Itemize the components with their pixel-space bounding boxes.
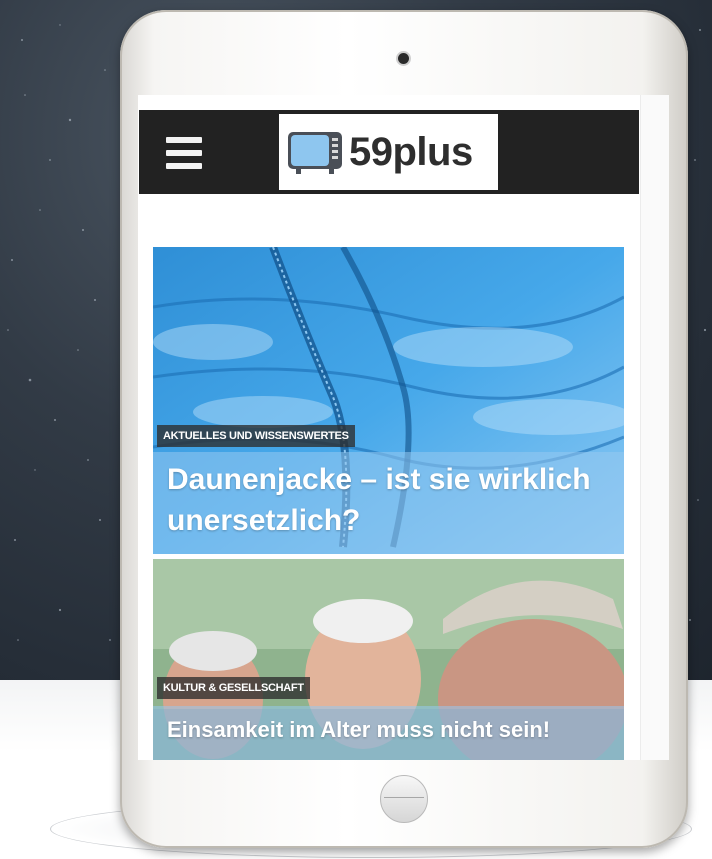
site-logo[interactable]: 59plus — [279, 114, 498, 190]
tablet-screen: 59plus AKTUELLES UND WISSENSWERTES Daune… — [138, 95, 669, 760]
home-button[interactable] — [380, 775, 428, 823]
site-header: 59plus — [139, 110, 639, 194]
article-headline[interactable]: Daunenjacke – ist sie wirklich unersetzl… — [167, 459, 607, 541]
tv-icon — [288, 132, 342, 174]
camera-icon — [398, 53, 409, 64]
category-label[interactable]: Kultur & Gesellschaft — [157, 677, 310, 699]
scrollbar[interactable] — [640, 95, 669, 760]
article-headline[interactable]: Einsamkeit im Alter muss nicht sein! — [167, 715, 617, 745]
category-label[interactable]: Aktuelles und Wissenswertes — [157, 425, 355, 447]
article-card[interactable]: Aktuelles und Wissenswertes Daunenjacke … — [153, 247, 624, 554]
logo-text: 59plus — [349, 129, 473, 174]
hamburger-menu-icon[interactable] — [166, 137, 202, 169]
article-card[interactable]: Kultur & Gesellschaft Einsamkeit im Alte… — [153, 559, 624, 760]
